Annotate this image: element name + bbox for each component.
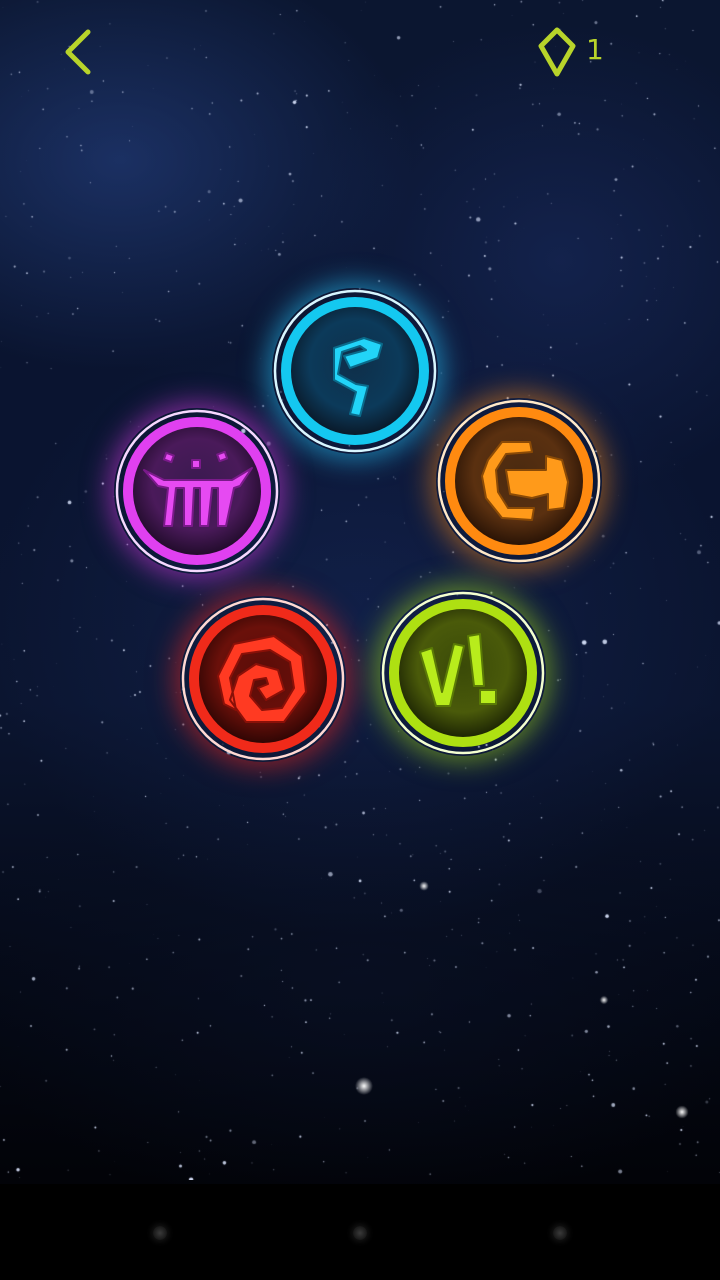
system-navigation-bar — [0, 1184, 720, 1280]
rune-button-purple[interactable] — [114, 408, 280, 574]
rune-button-lime[interactable] — [380, 590, 546, 756]
gem-counter: 1 — [534, 24, 624, 80]
gem-icon — [538, 27, 576, 77]
back-button[interactable] — [52, 24, 104, 80]
rune-button-red[interactable] — [180, 596, 346, 762]
rune-button-orange[interactable] — [436, 398, 602, 564]
home-nav-button[interactable] — [353, 1226, 367, 1240]
rune-button-cyan[interactable] — [272, 288, 438, 454]
recents-nav-button[interactable] — [553, 1226, 567, 1240]
game-screen: 1 — [0, 0, 720, 1280]
back-nav-button[interactable] — [153, 1226, 167, 1240]
starfield-background — [0, 0, 720, 1180]
gem-count: 1 — [586, 33, 604, 66]
chevron-left-icon — [65, 29, 91, 75]
